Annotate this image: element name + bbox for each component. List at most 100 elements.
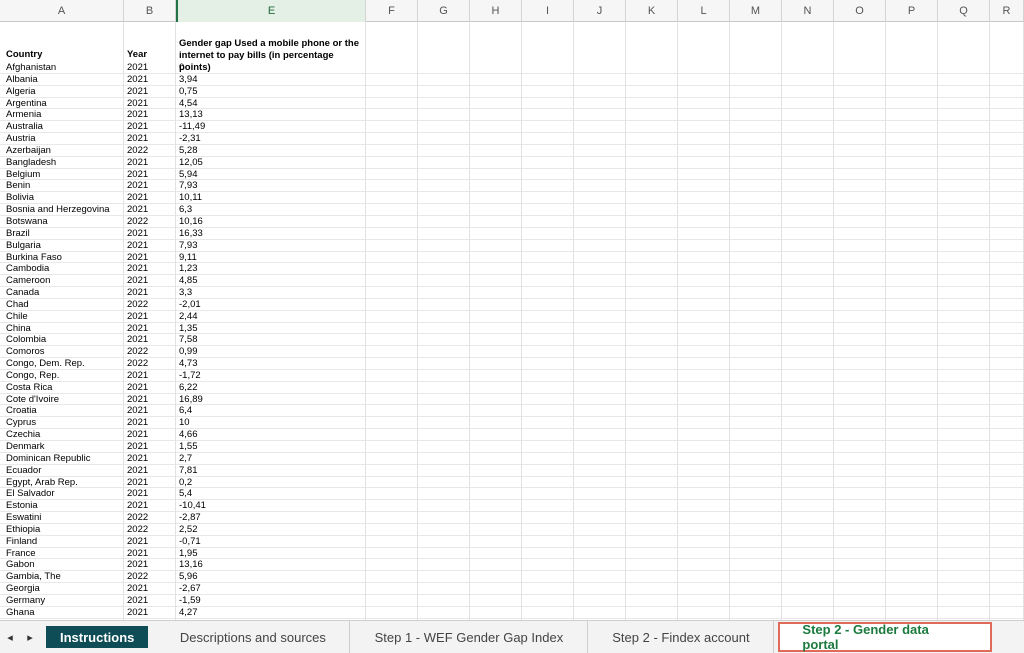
cell-year[interactable]: 2021	[127, 287, 173, 299]
cell-year[interactable]: 2021	[127, 465, 173, 477]
cell-year[interactable]: 2021	[127, 192, 173, 204]
cell-country[interactable]: Chad	[6, 299, 123, 311]
cell-country[interactable]: Egypt, Arab Rep.	[6, 477, 123, 489]
cell-country[interactable]: Eswatini	[6, 512, 123, 524]
cell-country[interactable]: Bosnia and Herzegovina	[6, 204, 123, 216]
cell-country[interactable]: Albania	[6, 74, 123, 86]
cell-gender-gap[interactable]: 10,16	[179, 216, 359, 228]
column-header-h[interactable]: H	[470, 0, 522, 22]
cell-gender-gap[interactable]: 4,66	[179, 429, 359, 441]
tab-step1-wef-gender-gap-index[interactable]: Step 1 - WEF Gender Gap Index	[350, 620, 589, 653]
cell-gender-gap[interactable]: -10,41	[179, 500, 359, 512]
cell-gender-gap[interactable]: 5,94	[179, 169, 359, 181]
tab-instructions[interactable]: Instructions	[46, 626, 149, 648]
cell-gender-gap[interactable]: -11,49	[179, 121, 359, 133]
cell-year[interactable]: 2021	[127, 169, 173, 181]
cell-gender-gap[interactable]: -0,71	[179, 536, 359, 548]
cell-gender-gap[interactable]: 3,94	[179, 74, 359, 86]
cell-gender-gap[interactable]: 4,73	[179, 358, 359, 370]
column-header-g[interactable]: G	[418, 0, 470, 22]
cell-gender-gap[interactable]: -2,01	[179, 299, 359, 311]
cell-year[interactable]: 2021	[127, 133, 173, 145]
column-header-o[interactable]: O	[834, 0, 886, 22]
cell-year[interactable]: 2021	[127, 394, 173, 406]
cell-gender-gap[interactable]: 16,33	[179, 228, 359, 240]
previous-sheet-icon[interactable]: ◂	[0, 621, 20, 653]
cell-year[interactable]: 2022	[127, 524, 173, 536]
tab-step2-gender-data-portal[interactable]: Step 2 - Gender data portal	[778, 622, 993, 652]
cell-country[interactable]: France	[6, 548, 123, 560]
cell-gender-gap[interactable]: -2,31	[179, 133, 359, 145]
cell-country[interactable]: China	[6, 323, 123, 335]
cell-year[interactable]: 2021	[127, 323, 173, 335]
cell-country[interactable]: Germany	[6, 595, 123, 607]
cell-country[interactable]: Ethiopia	[6, 524, 123, 536]
cell-country[interactable]: Chile	[6, 311, 123, 323]
cell-country[interactable]: Gabon	[6, 559, 123, 571]
cell-country[interactable]: Comoros	[6, 346, 123, 358]
cell-country[interactable]: Croatia	[6, 405, 123, 417]
cell-year[interactable]: 2021	[127, 417, 173, 429]
cell-year[interactable]: 2021	[127, 157, 173, 169]
cell-country[interactable]: Estonia	[6, 500, 123, 512]
header-year[interactable]: Year	[127, 22, 173, 62]
cell-gender-gap[interactable]: 0,75	[179, 86, 359, 98]
cell-year[interactable]: 2022	[127, 571, 173, 583]
cell-gender-gap[interactable]: 2,52	[179, 524, 359, 536]
cell-grid[interactable]: Country Year Gender gap Used a mobile ph…	[0, 22, 1024, 620]
cell-year[interactable]: 2022	[127, 299, 173, 311]
cell-year[interactable]: 2021	[127, 559, 173, 571]
cell-gender-gap[interactable]: 1,35	[179, 323, 359, 335]
cell-gender-gap[interactable]: 4,85	[179, 275, 359, 287]
cell-country[interactable]: Dominican Republic	[6, 453, 123, 465]
cell-country[interactable]: Congo, Rep.	[6, 370, 123, 382]
cell-country[interactable]: Bangladesh	[6, 157, 123, 169]
cell-gender-gap[interactable]: -2,67	[179, 583, 359, 595]
cell-gender-gap[interactable]: 13,13	[179, 109, 359, 121]
cell-year[interactable]: 2021	[127, 109, 173, 121]
cell-year[interactable]: 2021	[127, 74, 173, 86]
cell-year[interactable]: 2021	[127, 548, 173, 560]
cell-country[interactable]: Bulgaria	[6, 240, 123, 252]
cell-year[interactable]: 2021	[127, 98, 173, 110]
cell-gender-gap[interactable]: 4,54	[179, 98, 359, 110]
cell-gender-gap[interactable]: 7,93	[179, 240, 359, 252]
cell-country[interactable]: Armenia	[6, 109, 123, 121]
cell-gender-gap[interactable]: 0,2	[179, 477, 359, 489]
cell-year[interactable]: 2021	[127, 263, 173, 275]
cell-gender-gap[interactable]: 2,7	[179, 453, 359, 465]
cell-year[interactable]: 2021	[127, 86, 173, 98]
cell-year[interactable]: 2021	[127, 500, 173, 512]
cell-year[interactable]: 2021	[127, 228, 173, 240]
cell-country[interactable]: Cyprus	[6, 417, 123, 429]
cell-gender-gap[interactable]: 5,28	[179, 145, 359, 157]
tab-step2-findex-account[interactable]: Step 2 - Findex account	[588, 620, 775, 653]
tab-descriptions-and-sources[interactable]: Descriptions and sources	[156, 620, 351, 653]
cell-year[interactable]: 2021	[127, 334, 173, 346]
cell-gender-gap[interactable]: 9,11	[179, 252, 359, 264]
cell-year[interactable]: 2021	[127, 477, 173, 489]
cell-country[interactable]: Ghana	[6, 607, 123, 619]
cell-year[interactable]: 2021	[127, 311, 173, 323]
cell-gender-gap[interactable]: 7,81	[179, 465, 359, 477]
cell-gender-gap[interactable]: 16,89	[179, 394, 359, 406]
column-header-j[interactable]: J	[574, 0, 626, 22]
cell-country[interactable]: Finland	[6, 536, 123, 548]
cell-country[interactable]: Benin	[6, 180, 123, 192]
cell-gender-gap[interactable]: 0	[179, 62, 359, 74]
cell-year[interactable]: 2021	[127, 382, 173, 394]
column-header-p[interactable]: P	[886, 0, 938, 22]
cell-country[interactable]: Costa Rica	[6, 382, 123, 394]
cell-year[interactable]: 2021	[127, 488, 173, 500]
cell-gender-gap[interactable]: 10	[179, 417, 359, 429]
cell-year[interactable]: 2021	[127, 252, 173, 264]
cell-year[interactable]: 2021	[127, 204, 173, 216]
cell-year[interactable]: 2021	[127, 121, 173, 133]
cell-year[interactable]: 2022	[127, 216, 173, 228]
cell-year[interactable]: 2021	[127, 429, 173, 441]
cell-year[interactable]: 2021	[127, 583, 173, 595]
cell-country[interactable]: Argentina	[6, 98, 123, 110]
cell-gender-gap[interactable]: 1,23	[179, 263, 359, 275]
cell-country[interactable]: Brazil	[6, 228, 123, 240]
cell-year[interactable]: 2021	[127, 370, 173, 382]
